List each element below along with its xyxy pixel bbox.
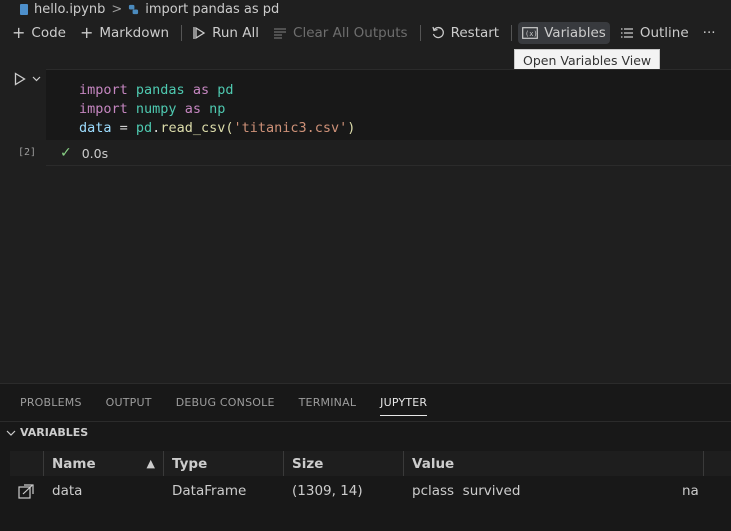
breadcrumb-file[interactable]: hello.ipynb — [20, 2, 105, 17]
outline-button[interactable]: Outline — [616, 22, 693, 44]
variables-icon: (x) — [522, 27, 539, 39]
code-token: as — [184, 101, 201, 117]
breadcrumb-file-label: hello.ipynb — [34, 1, 106, 17]
notebook-file-icon — [20, 3, 28, 15]
variables-tooltip: Open Variables View — [514, 49, 661, 71]
restart-button[interactable]: Restart — [427, 22, 504, 44]
column-header-type[interactable]: Type — [164, 451, 284, 476]
code-line-1: import pandas as pd — [79, 82, 234, 98]
clear-all-label: Clear All Outputs — [293, 25, 408, 41]
restart-label: Restart — [450, 25, 500, 41]
column-header-label: Value — [412, 455, 455, 472]
code-line-3: data = pd.read_csv('titanic3.csv') — [79, 120, 355, 136]
execution-time: 0.0s — [81, 145, 109, 161]
chevron-down-icon[interactable] — [32, 76, 41, 82]
clear-all-icon — [274, 28, 287, 39]
add-markdown-label: Markdown — [99, 25, 170, 41]
tab-problems[interactable]: PROBLEMS — [20, 384, 82, 420]
column-header-label: Size — [292, 455, 324, 472]
variables-table-header: Name ▲ Type Size Value — [10, 451, 731, 476]
variables-button[interactable]: (x) Variables — [518, 22, 610, 44]
show-data-viewer-button[interactable] — [10, 480, 44, 502]
variable-name: data — [52, 483, 83, 499]
plus-icon: + — [12, 23, 26, 42]
cell-status: ✓ 0.0s — [60, 145, 108, 161]
chevron-down-icon — [6, 430, 16, 436]
variable-value: pclass survived — [412, 483, 521, 499]
notebook-toolbar: + Code + Markdown Run All Clear All Outp… — [0, 20, 731, 46]
toolbar-divider — [419, 25, 421, 41]
toolbar-divider — [181, 25, 183, 41]
open-data-viewer-icon — [18, 483, 34, 499]
tab-jupyter[interactable]: JUPYTER — [380, 384, 428, 420]
code-token: np — [209, 101, 226, 117]
code-token: import — [79, 82, 128, 98]
tab-output[interactable]: OUTPUT — [106, 384, 152, 420]
add-markdown-cell-button[interactable]: + Markdown — [76, 22, 173, 44]
run-all-button[interactable]: Run All — [188, 22, 263, 44]
toolbar-divider — [511, 25, 513, 41]
code-token: ) — [347, 120, 356, 136]
code-token: as — [192, 82, 210, 98]
variables-section-header[interactable]: VARIABLES — [0, 421, 731, 443]
code-token: import — [79, 101, 128, 117]
clear-all-outputs-button[interactable]: Clear All Outputs — [269, 22, 412, 44]
run-all-label: Run All — [212, 25, 260, 41]
plus-icon: + — [79, 23, 94, 42]
column-header-name[interactable]: Name ▲ — [44, 451, 164, 476]
code-token: = — [111, 120, 136, 136]
notebook-window: hello.ipynb > import pandas as pd + Code… — [0, 0, 731, 531]
add-code-cell-button[interactable]: + Code — [8, 22, 70, 44]
column-header-label: Type — [172, 455, 208, 472]
more-icon: ··· — [702, 25, 716, 41]
column-header-size[interactable]: Size — [284, 451, 404, 476]
code-token: data — [79, 120, 112, 136]
variables-section-title: VARIABLES — [20, 426, 89, 439]
table-row[interactable]: data DataFrame (1309, 14) pclass survive… — [10, 480, 731, 502]
variable-type: DataFrame — [172, 483, 247, 499]
breadcrumb: hello.ipynb > import pandas as pd — [0, 0, 731, 18]
code-token: pd — [217, 82, 234, 98]
column-header-value[interactable]: Value — [404, 451, 704, 476]
breadcrumb-cell[interactable]: import pandas as pd — [128, 2, 279, 17]
outline-label: Outline — [639, 25, 689, 41]
column-header-label: Name — [52, 455, 96, 472]
run-cell-icon[interactable] — [14, 72, 26, 86]
execution-count: [2] — [18, 147, 37, 158]
bottom-panel: PROBLEMS OUTPUT DEBUG CONSOLE TERMINAL J… — [0, 383, 731, 531]
code-token: pd — [135, 120, 153, 136]
success-check-icon: ✓ — [60, 145, 72, 161]
add-code-label: Code — [31, 25, 66, 41]
restart-icon — [431, 26, 444, 39]
sort-ascending-icon[interactable]: ▲ — [147, 457, 155, 470]
cell-run-control — [14, 72, 41, 86]
outline-icon — [620, 28, 633, 38]
more-actions-button[interactable]: ··· — [699, 22, 720, 44]
variable-size: (1309, 14) — [292, 483, 363, 499]
panel-tabs: PROBLEMS OUTPUT DEBUG CONSOLE TERMINAL J… — [0, 384, 731, 420]
tab-terminal[interactable]: TERMINAL — [299, 384, 357, 420]
code-token: 'titanic3.csv' — [233, 120, 348, 136]
code-line-2: import numpy as np — [79, 101, 225, 117]
code-token: pandas — [135, 82, 185, 98]
tab-debug-console[interactable]: DEBUG CONSOLE — [176, 384, 275, 420]
code-token: read_csv — [160, 120, 226, 136]
column-header-expand — [10, 451, 44, 476]
code-token: numpy — [135, 101, 177, 117]
svg-text:(x): (x) — [525, 30, 538, 38]
breadcrumb-separator: > — [111, 1, 123, 17]
breadcrumb-cell-label: import pandas as pd — [145, 1, 280, 17]
run-all-icon — [193, 26, 206, 40]
variables-label: Variables — [544, 25, 606, 41]
python-icon — [129, 4, 139, 14]
variable-value-tail: na — [682, 483, 699, 499]
